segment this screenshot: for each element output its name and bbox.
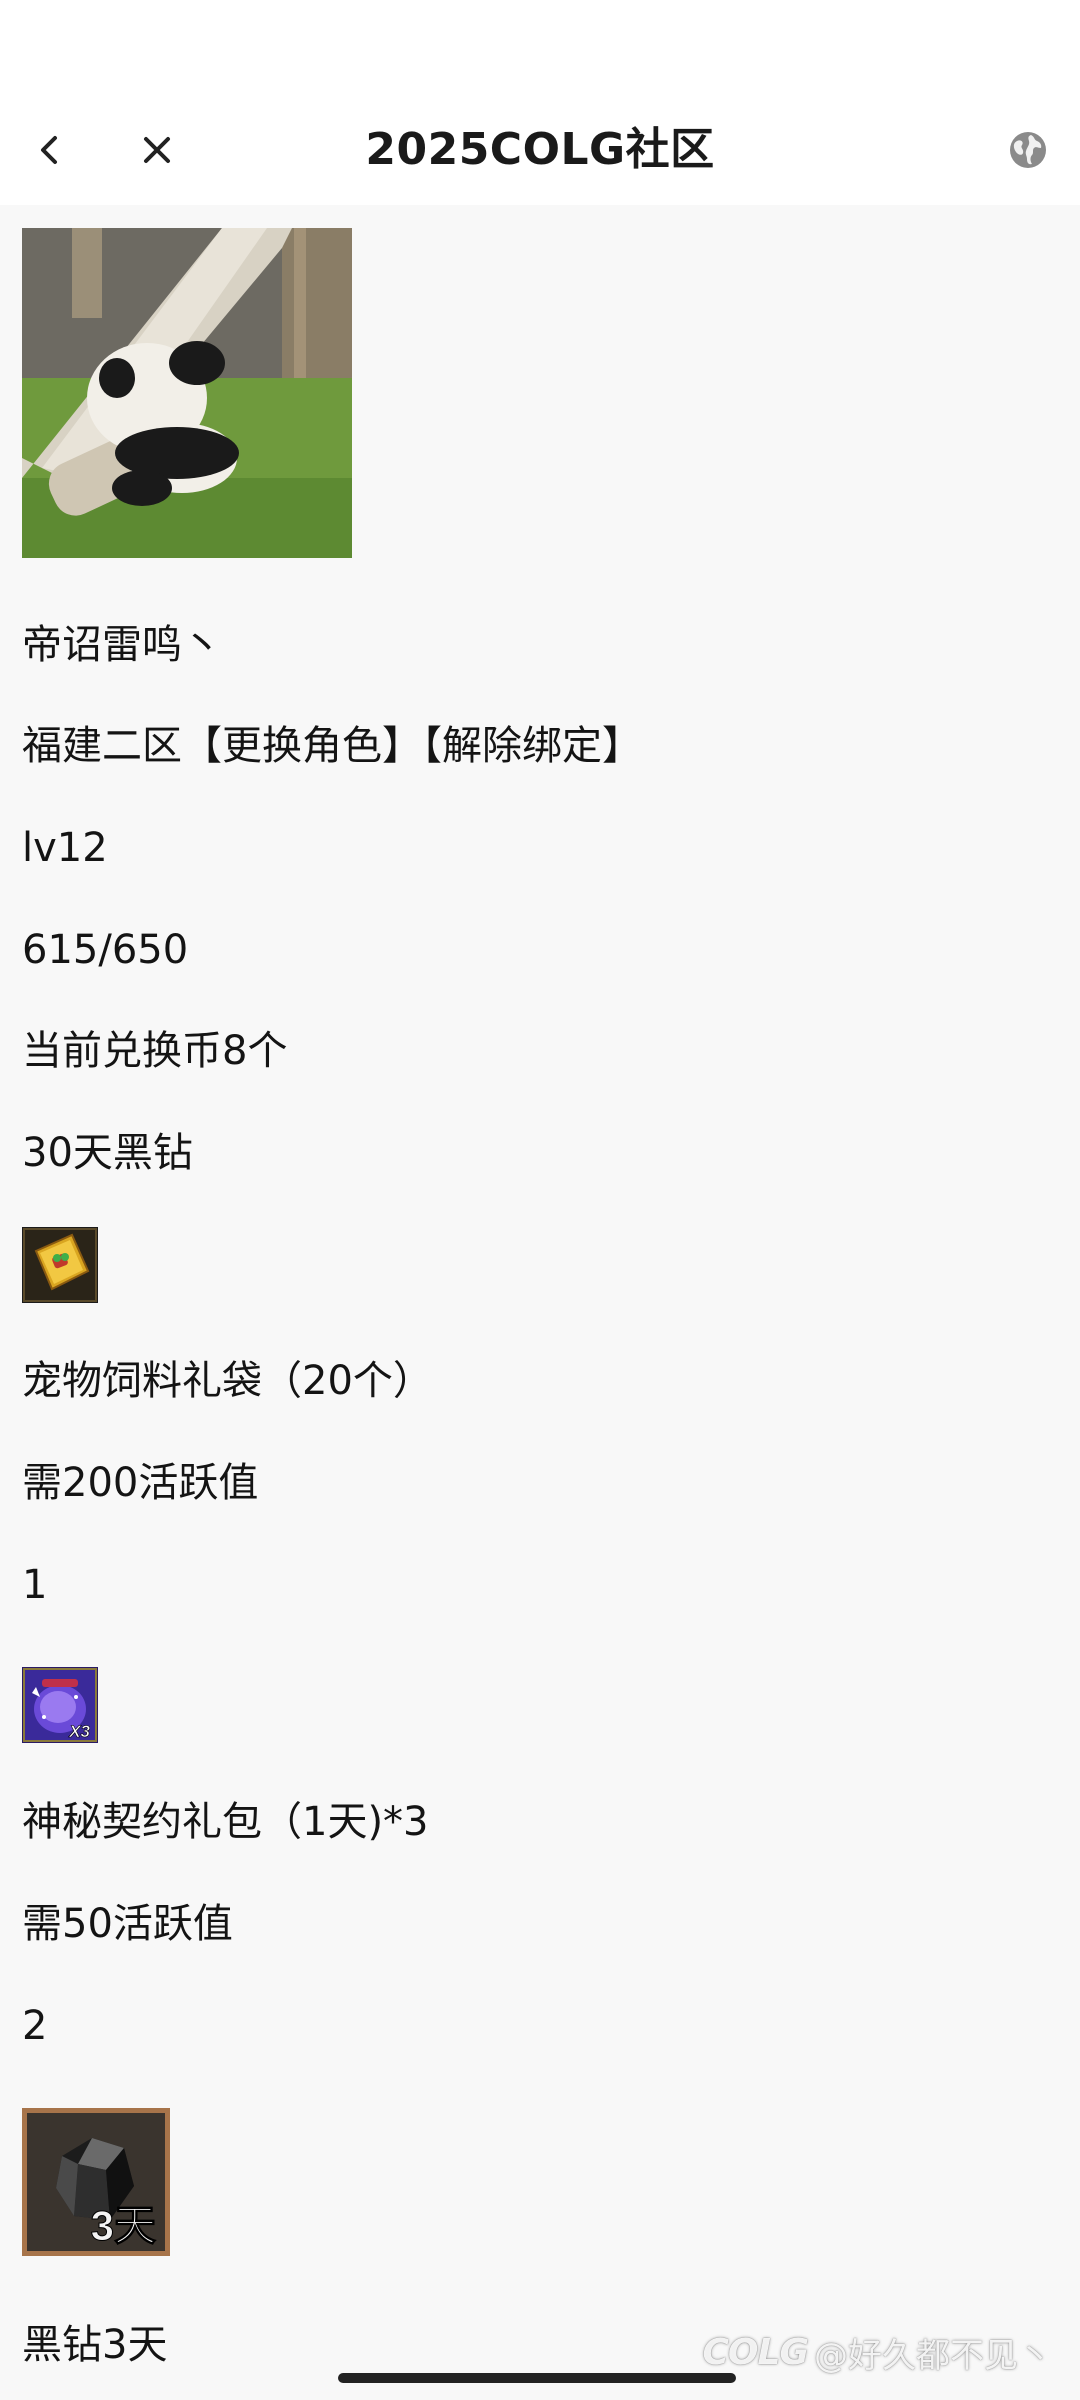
black-diamond-badge: 3天 (91, 2202, 156, 2249)
item-1-count: 1 (22, 1562, 48, 1608)
item-2-name: 神秘契约礼包（1天)*3 (22, 1799, 429, 1845)
item-3-name: 黑钻3天 (22, 2322, 168, 2368)
item-1-requirement: 需200活跃值 (22, 1460, 259, 1506)
black-diamond-icon: 3天 (22, 2108, 170, 2256)
page-title: 2025COLG社区 (365, 124, 715, 175)
colg-logo: COLG (702, 2332, 809, 2373)
close-button[interactable] (127, 120, 187, 180)
home-indicator[interactable] (338, 2373, 736, 2383)
globe-button[interactable] (998, 120, 1058, 180)
avatar (22, 228, 352, 558)
exchange-coins-text: 当前兑换币8个 (22, 1028, 288, 1074)
chevron-left-icon (41, 136, 57, 164)
watermark: COLG @好久都不见丶 (702, 2328, 1052, 2377)
watermark-handle: @好久都不见丶 (814, 2336, 1052, 2376)
activity-progress-text: 615/650 (22, 927, 189, 973)
status-bar (0, 0, 1080, 95)
user-name: 帝诏雷鸣丶 (22, 622, 222, 668)
item-2-requirement: 需50活跃值 (22, 1901, 233, 1947)
top-navigation-bar: 2025COLG社区 (0, 95, 1080, 205)
item-1-name: 宠物饲料礼袋（20个） (22, 1358, 433, 1404)
gift-bag-icon (22, 1227, 98, 1303)
back-button[interactable] (20, 120, 80, 180)
close-icon (144, 137, 170, 163)
contract-package-badge: X3 (68, 1722, 90, 1741)
item-2-count: 2 (22, 2003, 48, 2049)
server-line: 福建二区【更换角色】【解除绑定】 (22, 723, 642, 769)
globe-icon (1010, 132, 1046, 168)
reward-title: 30天黑钻 (22, 1130, 193, 1176)
level-text: lv12 (22, 825, 108, 871)
contract-package-icon: X3 (22, 1667, 98, 1743)
